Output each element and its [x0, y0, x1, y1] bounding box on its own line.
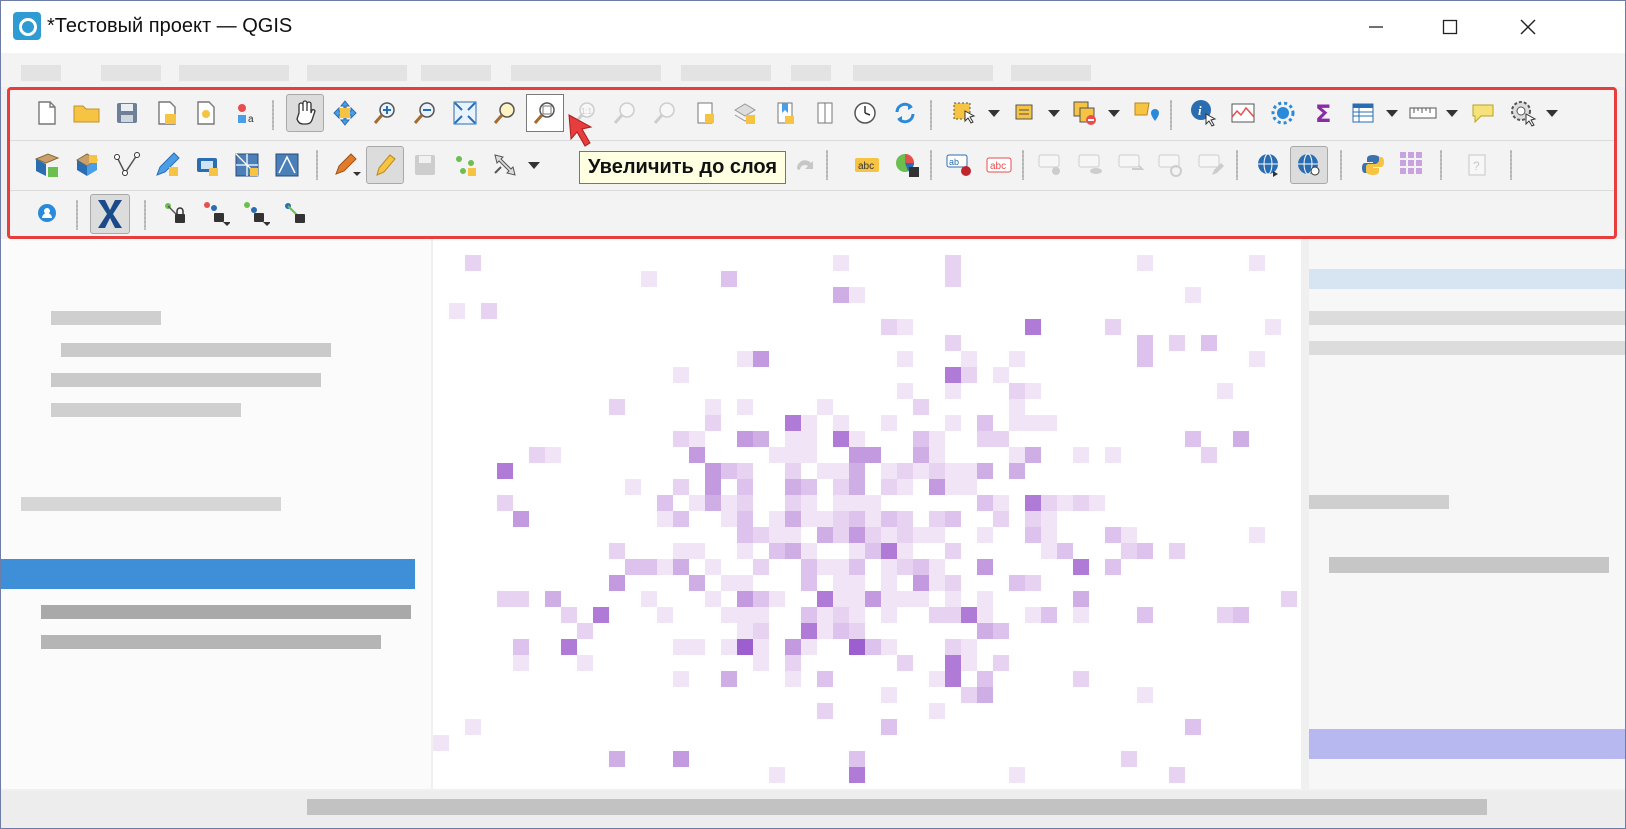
open-project-icon[interactable] — [68, 94, 106, 132]
add-point-icon[interactable] — [446, 146, 484, 184]
plugin-grid-icon[interactable] — [1394, 146, 1432, 184]
zoom-to-layer-tooltip: Увеличить до слоя — [579, 151, 787, 184]
select-dropdown-icon[interactable] — [988, 110, 1000, 117]
close-button[interactable] — [1491, 1, 1565, 53]
zoom-to-layer-icon[interactable] — [526, 94, 564, 132]
vertex-tool-icon[interactable] — [108, 146, 146, 184]
vertex-editor-icon[interactable] — [268, 146, 306, 184]
refresh-icon[interactable] — [846, 94, 884, 132]
toggle-editing-icon[interactable] — [366, 146, 404, 184]
qgis-logo-icon — [13, 12, 41, 40]
globe-search-icon[interactable] — [1290, 146, 1328, 184]
statistics-sum-icon[interactable]: Σ — [1304, 94, 1342, 132]
label-icon[interactable]: abc — [848, 146, 886, 184]
annotation-icon[interactable] — [1126, 94, 1164, 132]
run-feature-action-icon[interactable] — [1504, 94, 1542, 132]
current-edits-icon[interactable] — [328, 146, 366, 184]
move-feature-icon[interactable] — [486, 146, 524, 184]
new-mesh-layer-icon[interactable] — [228, 146, 266, 184]
window-title: *Тестовый проект — QGIS — [47, 15, 293, 37]
feature-action-dropdown-icon[interactable] — [1546, 110, 1558, 117]
move-label-icon[interactable] — [1032, 146, 1070, 184]
svg-text:Σ: Σ — [1315, 100, 1331, 126]
save-project-icon[interactable] — [108, 94, 146, 132]
select-by-value-icon[interactable] — [1006, 94, 1044, 132]
gps-icon[interactable] — [188, 146, 226, 184]
python-console-icon[interactable] — [1354, 146, 1392, 184]
help-icon[interactable]: ? — [1458, 146, 1496, 184]
processing-toolbox-icon[interactable] — [1264, 94, 1302, 132]
move-feature-dropdown-icon[interactable] — [528, 162, 540, 169]
layout-manager-icon[interactable] — [188, 94, 226, 132]
snapping-vertex-lock-icon[interactable] — [236, 194, 274, 232]
svg-text:abc: abc — [990, 161, 1006, 172]
globe-icon[interactable] — [1250, 146, 1288, 184]
menu-bar[interactable] — [1, 53, 1625, 87]
new-spatial-bookmark-icon[interactable] — [726, 94, 764, 132]
toolbar-row-2: abc ab abc ? — [10, 140, 1614, 191]
svg-text:i: i — [1198, 103, 1202, 118]
deselect-icon[interactable] — [1066, 94, 1104, 132]
zoom-in-icon[interactable] — [366, 94, 404, 132]
new-bookmark-icon[interactable] — [686, 94, 724, 132]
pin-label-icon[interactable]: ab — [940, 146, 978, 184]
refresh-map-icon[interactable] — [886, 94, 924, 132]
zoom-last-icon[interactable] — [606, 94, 644, 132]
show-hide-label-icon[interactable] — [1072, 146, 1110, 184]
zoom-to-selection-icon[interactable] — [486, 94, 524, 132]
qgis-window: *Тестовый проект — QGIS a 1:1 i Σ abc ab… — [0, 0, 1626, 829]
title-bar: *Тестовый проект — QGIS — [1, 1, 1625, 53]
map-tips-icon[interactable] — [1464, 94, 1502, 132]
temporal-controller-icon[interactable] — [806, 94, 844, 132]
attribute-table-icon[interactable] — [1344, 94, 1382, 132]
map-canvas[interactable] — [433, 239, 1301, 789]
edit-label-icon[interactable] — [1192, 146, 1230, 184]
layers-panel[interactable] — [1, 239, 431, 789]
pan-hand-icon[interactable] — [286, 94, 324, 132]
save-edits-icon[interactable] — [406, 146, 444, 184]
measure-dropdown-icon[interactable] — [1446, 110, 1458, 117]
digitize-icon[interactable] — [148, 146, 186, 184]
new-geopackage-layer-icon[interactable] — [68, 146, 106, 184]
pointer-arrow-icon — [568, 114, 593, 147]
toolbar-row-1: a 1:1 i Σ — [10, 90, 1614, 141]
x-tool-icon[interactable] — [90, 194, 130, 234]
svg-text:ab: ab — [949, 157, 959, 167]
highlight-label-icon[interactable]: abc — [980, 146, 1018, 184]
user-profile-icon[interactable] — [28, 194, 66, 232]
style-manager-icon[interactable]: a — [228, 94, 266, 132]
zoom-out-icon[interactable] — [406, 94, 444, 132]
toolbars-area: a 1:1 i Σ abc ab abc ? — [7, 87, 1617, 239]
svg-text:a: a — [248, 114, 254, 125]
show-bookmarks-icon[interactable] — [766, 94, 804, 132]
status-bar — [1, 791, 1625, 828]
new-print-layout-icon[interactable] — [148, 94, 186, 132]
new-project-icon[interactable] — [28, 94, 66, 132]
maximize-button[interactable] — [1413, 1, 1487, 53]
deselect-dropdown-icon[interactable] — [1108, 110, 1120, 117]
measure-line-icon[interactable] — [1404, 94, 1442, 132]
svg-text:?: ? — [1473, 159, 1480, 173]
snapping-segment-lock-icon[interactable] — [276, 194, 314, 232]
change-label-icon[interactable] — [1152, 146, 1190, 184]
identify-features-icon[interactable]: i — [1184, 94, 1222, 132]
attribute-table-dropdown-icon[interactable] — [1386, 110, 1398, 117]
toolbar-row-3 — [10, 190, 1614, 240]
zoom-next-icon[interactable] — [646, 94, 684, 132]
open-attribute-table-icon[interactable] — [1224, 94, 1262, 132]
select-by-value-dropdown-icon[interactable] — [1048, 110, 1060, 117]
snapping-lock-icon[interactable] — [156, 194, 194, 232]
diagram-icon[interactable] — [888, 146, 926, 184]
redo-icon[interactable] — [786, 146, 824, 184]
snapping-lock-dropdown-icon[interactable] — [196, 194, 234, 232]
select-features-icon[interactable] — [946, 94, 984, 132]
right-panel[interactable] — [1309, 239, 1625, 789]
rotate-label-icon[interactable] — [1112, 146, 1150, 184]
zoom-full-icon[interactable] — [446, 94, 484, 132]
pan-to-selection-icon[interactable] — [326, 94, 364, 132]
svg-text:abc: abc — [858, 161, 874, 172]
minimize-button[interactable] — [1339, 1, 1413, 53]
data-source-manager-icon[interactable] — [28, 146, 66, 184]
